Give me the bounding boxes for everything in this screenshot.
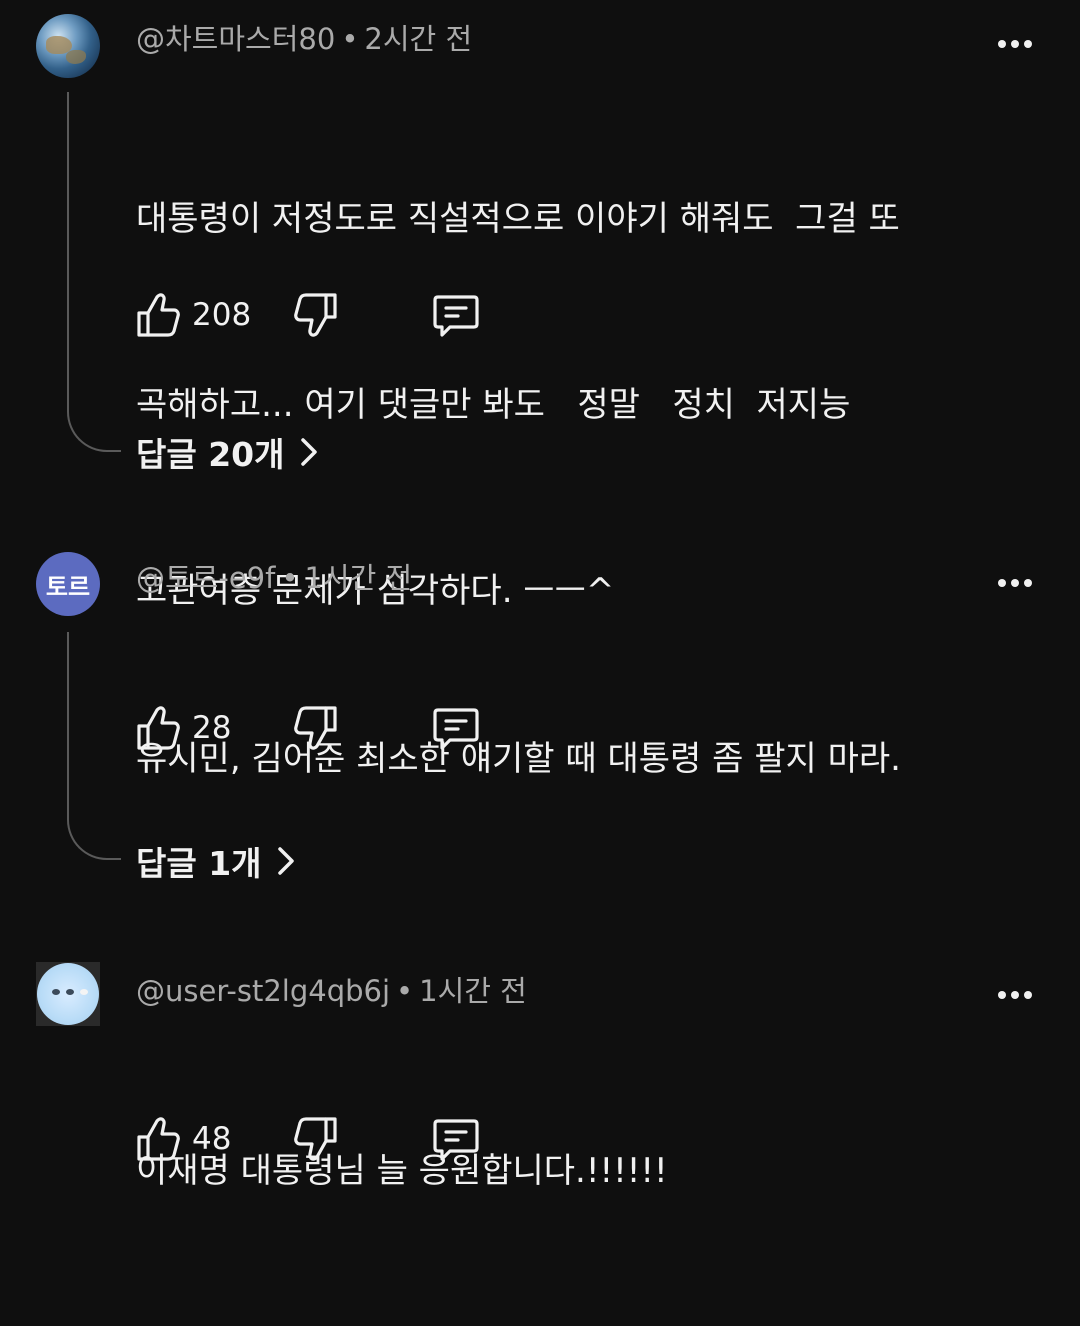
thumbs-down-icon xyxy=(294,1117,337,1161)
like-count: 28 xyxy=(192,710,232,746)
thumbs-up-icon xyxy=(137,1117,180,1161)
comment-item: @차트마스터80 • 2시간 전 대통령이 저정도로 직설적으로 이야기 해줘도 그… xyxy=(0,0,1080,611)
comment-icon xyxy=(433,1119,479,1161)
thumbs-up-icon xyxy=(137,706,180,750)
more-vertical-icon[interactable] xyxy=(995,34,1035,54)
more-vertical-icon[interactable] xyxy=(995,573,1035,593)
replies-label: 답글 1개 xyxy=(136,844,262,883)
comment-time: 1시간 전 xyxy=(419,974,527,1008)
like-button[interactable]: 48 xyxy=(136,1114,231,1164)
avatar[interactable] xyxy=(36,14,100,78)
reply-button[interactable] xyxy=(432,290,480,340)
dislike-button[interactable] xyxy=(294,290,338,340)
comment-line: 대통령이 저정도로 직설적으로 이야기 해줘도 그걸 또 xyxy=(136,199,900,239)
comment-actions: 28 xyxy=(136,703,536,753)
comment-actions: 208 xyxy=(136,290,536,340)
dislike-button[interactable] xyxy=(294,1114,338,1164)
comment-meta: @차트마스터80 • 2시간 전 xyxy=(136,22,473,56)
comment-text: 이재명 대통령님 늘 응원합니다.!!!!!! xyxy=(136,1016,668,1326)
comment-time: 1시간 전 xyxy=(304,561,413,595)
comment-meta: @user-st2lg4qb6j • 1시간 전 xyxy=(136,974,527,1008)
chevron-right-icon xyxy=(277,847,294,875)
replies-toggle[interactable]: 답글 20개 xyxy=(136,428,319,476)
thread-line xyxy=(67,92,121,452)
comment-item: @user-st2lg4qb6j • 1시간 전 이재명 대통령님 늘 응원합니다.… xyxy=(0,950,1080,1191)
more-vertical-icon[interactable] xyxy=(995,985,1035,1005)
comment-actions: 48 xyxy=(136,1114,536,1164)
thumbs-down-icon xyxy=(294,706,337,750)
comment-time: 2시간 전 xyxy=(364,22,473,56)
reply-button[interactable] xyxy=(432,703,480,753)
comment-icon xyxy=(433,708,479,750)
comment-meta: @토르-e9f • 1시간 전 xyxy=(136,561,413,595)
avatar[interactable] xyxy=(36,962,100,1026)
comment-line: 곡해하고... 여기 댓글만 봐도 정말 정치 저지능 xyxy=(136,385,851,425)
like-count: 48 xyxy=(192,1121,232,1157)
like-button[interactable]: 208 xyxy=(136,290,251,340)
chevron-right-icon xyxy=(300,438,317,466)
comment-author[interactable]: @토르-e9f xyxy=(136,561,275,595)
thread-line xyxy=(67,632,121,860)
comment-item: 토르 @토르-e9f • 1시간 전 유시민, 김어준 최소한 얘기할 때 대통령 … xyxy=(0,540,1080,920)
comment-icon xyxy=(433,295,479,337)
replies-toggle[interactable]: 답글 1개 xyxy=(136,837,296,885)
avatar[interactable]: 토르 xyxy=(36,552,100,616)
dislike-button[interactable] xyxy=(294,703,338,753)
thumbs-up-icon xyxy=(137,293,180,337)
comment-author[interactable]: @user-st2lg4qb6j xyxy=(136,974,390,1008)
reply-button[interactable] xyxy=(432,1114,480,1164)
comment-author[interactable]: @차트마스터80 xyxy=(136,22,335,56)
replies-label: 답글 20개 xyxy=(136,435,285,474)
like-count: 208 xyxy=(192,297,252,333)
thumbs-down-icon xyxy=(294,293,337,337)
like-button[interactable]: 28 xyxy=(136,703,231,753)
